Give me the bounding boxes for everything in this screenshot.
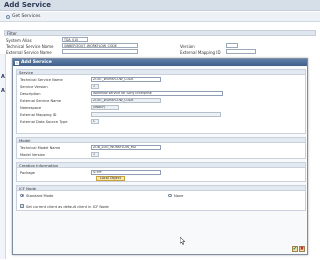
standard-mode-radio[interactable] bbox=[20, 193, 24, 197]
none-radio[interactable] bbox=[168, 193, 172, 197]
get-services-button[interactable]: Get Services bbox=[6, 14, 40, 19]
mouse-cursor-icon bbox=[180, 237, 186, 245]
set-default-client-label: Set current client as default client in … bbox=[26, 204, 109, 209]
technical-service-name-field[interactable]: ZOUT_WORKFLOW_CODE bbox=[91, 77, 161, 82]
external-data-source-type-field[interactable]: C bbox=[91, 119, 99, 124]
check-icon: ✔ bbox=[292, 246, 298, 252]
creation-section-header: Creation Information bbox=[17, 163, 305, 168]
none-label: None bbox=[174, 194, 184, 198]
icf-section-header: ICF Node bbox=[17, 186, 305, 191]
filter-header: Filter bbox=[4, 30, 316, 36]
background-edge: A A bbox=[0, 54, 6, 259]
service-version-label: Service Version bbox=[20, 85, 48, 89]
package-field[interactable]: $TMP bbox=[91, 170, 161, 175]
icf-node-section: ICF Node Standard Mode None ✓ Set curren… bbox=[16, 185, 306, 211]
model-section: Model Technical Model Name ZOB_ZOU_WORKF… bbox=[16, 137, 306, 159]
system-alias-input[interactable]: TDA_010 bbox=[62, 37, 88, 42]
dialog-footer: ✔ ✖ bbox=[292, 246, 305, 252]
edge-letter: A bbox=[1, 74, 5, 80]
description-label: Description bbox=[20, 92, 41, 96]
close-icon: ✖ bbox=[299, 246, 305, 252]
namespace-field[interactable]: /IWBEP/ bbox=[91, 105, 119, 110]
namespace-label: Namespace bbox=[20, 106, 42, 110]
description-field[interactable]: Workflow service for Sony Enterprise bbox=[91, 91, 223, 96]
set-default-client-checkbox[interactable]: ✓ bbox=[20, 204, 24, 208]
edge-letter: A bbox=[1, 88, 5, 94]
get-services-label: Get Services bbox=[12, 14, 41, 19]
model-version-field[interactable]: 1 bbox=[91, 152, 99, 157]
add-service-dialog: Add Service Service Technical Service Na… bbox=[12, 58, 308, 255]
page-title: Add Service bbox=[4, 1, 51, 9]
external-mapping-id-label: External Mapping ID bbox=[180, 50, 221, 55]
local-object-button[interactable]: Local Object bbox=[96, 176, 125, 181]
refresh-icon bbox=[6, 14, 10, 19]
cancel-button[interactable]: ✖ bbox=[299, 246, 305, 252]
creation-information-section: Creation Information Package $TMP Local … bbox=[16, 162, 306, 182]
model-section-header: Model bbox=[17, 138, 305, 143]
package-label: Package bbox=[20, 171, 35, 175]
system-alias-label: System Alias bbox=[6, 38, 32, 43]
service-version-field[interactable]: 1 bbox=[91, 84, 99, 89]
dialog-titlebar[interactable]: Add Service bbox=[13, 59, 307, 66]
ok-button[interactable]: ✔ bbox=[292, 246, 298, 252]
creation-section-title: Creation Information bbox=[19, 163, 59, 168]
external-mapping-id-field[interactable] bbox=[91, 112, 221, 117]
model-version-label: Model Version bbox=[20, 153, 46, 157]
external-mapping-id-label: External Mapping ID bbox=[20, 113, 57, 117]
technical-service-name-label: Technical Service Name bbox=[20, 78, 63, 82]
technical-service-name-label: Technical Service Name bbox=[6, 44, 54, 49]
model-section-title: Model bbox=[19, 138, 31, 143]
service-section-title: Service bbox=[19, 70, 34, 75]
external-service-name-label: External Service Name bbox=[6, 50, 52, 55]
filter-label: Filter bbox=[7, 31, 17, 36]
dialog-icon bbox=[15, 60, 19, 65]
external-service-name-field[interactable]: ZOUT_WORKFLOW_CODE bbox=[91, 98, 161, 103]
icf-section-title: ICF Node bbox=[19, 186, 37, 191]
version-input[interactable] bbox=[226, 43, 238, 48]
external-data-source-type-label: External Data Source Type bbox=[20, 120, 68, 124]
page-toolbar: Get Services bbox=[0, 12, 320, 22]
external-service-name-label: External Service Name bbox=[20, 99, 62, 103]
page-titlebar: Add Service bbox=[0, 0, 320, 11]
technical-model-name-label: Technical Model Name bbox=[20, 146, 61, 150]
technical-service-name-input[interactable]: /IWBEP/ZOUT_WORKFLOW_CODE bbox=[62, 43, 138, 48]
dialog-title: Add Service bbox=[21, 60, 52, 65]
external-mapping-id-input[interactable] bbox=[226, 49, 256, 54]
external-service-name-input[interactable] bbox=[62, 49, 138, 54]
service-section-header: Service bbox=[17, 70, 305, 75]
standard-mode-label: Standard Mode bbox=[26, 194, 54, 198]
version-label: Version bbox=[180, 44, 195, 49]
service-section: Service Technical Service Name ZOUT_WORK… bbox=[16, 69, 306, 134]
technical-model-name-field[interactable]: ZOB_ZOU_WORKFLOW_MD bbox=[91, 145, 161, 150]
